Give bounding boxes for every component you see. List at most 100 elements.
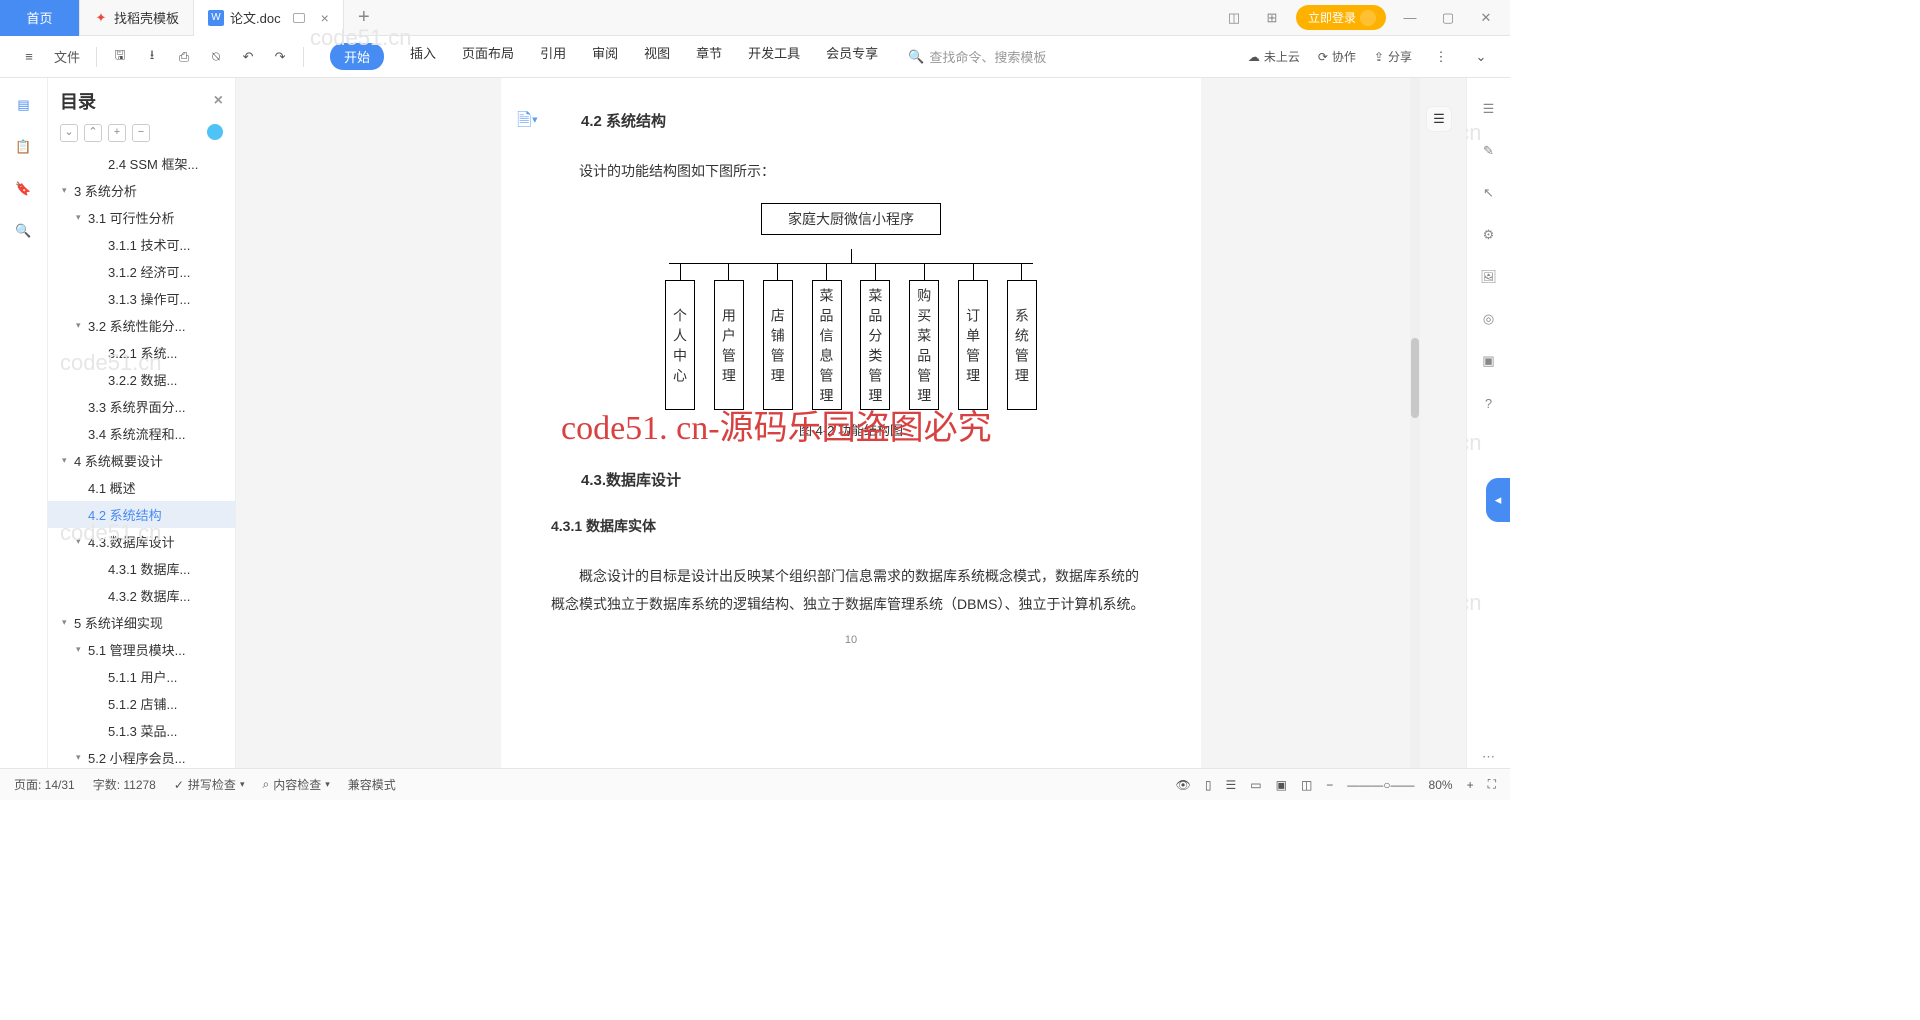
side-fab-button[interactable]: ◂: [1486, 478, 1510, 522]
apps-grid-icon[interactable]: ⊞: [1258, 4, 1286, 32]
ribbon-review[interactable]: 审阅: [592, 43, 618, 70]
outline-rail-icon[interactable]: ▤: [13, 94, 35, 116]
content-check-icon: ⌕: [262, 777, 269, 792]
view-web-icon[interactable]: ▭: [1250, 778, 1261, 792]
outline-node[interactable]: ▾5.2 小程序会员...: [48, 744, 235, 768]
outline-node[interactable]: 5.1.3 菜品...: [48, 717, 235, 744]
file-menu[interactable]: 文件: [50, 47, 84, 66]
right-rail: ☰ ✎ ↖ ⚙ 🖼 ◎ ▣ ? ⋯: [1466, 78, 1510, 768]
save-icon[interactable]: 🖫: [109, 46, 131, 68]
share-button[interactable]: ⇪分享: [1374, 48, 1412, 65]
collapse-ribbon-icon[interactable]: ⌄: [1470, 46, 1492, 68]
vertical-scrollbar[interactable]: [1410, 78, 1420, 768]
menu-lines-icon[interactable]: ☰: [1478, 98, 1500, 120]
outline-node[interactable]: 3.1.2 经济可...: [48, 258, 235, 285]
outline-node[interactable]: ▾3.1 可行性分析: [48, 204, 235, 231]
login-button[interactable]: 立即登录: [1296, 5, 1386, 30]
ribbon-dev[interactable]: 开发工具: [748, 43, 800, 70]
redo-icon[interactable]: ↷: [269, 46, 291, 68]
more-tools-icon[interactable]: ⋯: [1478, 746, 1500, 768]
collapse-all-icon[interactable]: ⌄: [60, 124, 78, 142]
outline-node[interactable]: ▾5.1 管理员模块...: [48, 636, 235, 663]
outline-node[interactable]: ▾5 系统详细实现: [48, 609, 235, 636]
outline-node[interactable]: ▾4.3.数据库设计: [48, 528, 235, 555]
zoom-value[interactable]: 80%: [1429, 778, 1453, 792]
clipboard-rail-icon[interactable]: 📋: [13, 136, 35, 158]
outline-node[interactable]: ▾4 系统概要设计: [48, 447, 235, 474]
outline-node[interactable]: 3.2.1 系统...: [48, 339, 235, 366]
content-check-button[interactable]: ⌕内容检查▾: [262, 776, 329, 793]
target-icon[interactable]: ◎: [1478, 308, 1500, 330]
remove-node-icon[interactable]: −: [132, 124, 150, 142]
preview-icon[interactable]: ⍉: [205, 46, 227, 68]
minimize-icon[interactable]: —: [1396, 4, 1424, 32]
eye-icon[interactable]: 👁: [1176, 778, 1191, 792]
ribbon-chapter[interactable]: 章节: [696, 43, 722, 70]
more-icon[interactable]: ⋮: [1430, 46, 1452, 68]
zoom-out-icon[interactable]: −: [1326, 778, 1333, 792]
menu-icon[interactable]: ≡: [18, 46, 40, 68]
fullscreen-icon[interactable]: ⛶: [1488, 777, 1496, 792]
search-rail-icon[interactable]: 🔍: [13, 220, 35, 242]
page-indicator[interactable]: 页面: 14/31: [14, 776, 75, 793]
new-tab-button[interactable]: +: [344, 6, 384, 29]
outline-node[interactable]: 4.3.1 数据库...: [48, 555, 235, 582]
outline-node[interactable]: 3.3 系统界面分...: [48, 393, 235, 420]
outline-node[interactable]: 5.1.2 店铺...: [48, 690, 235, 717]
zoom-in-icon[interactable]: +: [1467, 778, 1474, 792]
command-search[interactable]: 🔍 查找命令、搜索模板: [908, 47, 1046, 66]
pen-icon[interactable]: ✎: [1478, 140, 1500, 162]
ribbon-vip[interactable]: 会员专享: [826, 43, 878, 70]
outline-node[interactable]: 5.1.1 用户...: [48, 663, 235, 690]
add-node-icon[interactable]: +: [108, 124, 126, 142]
ribbon-references[interactable]: 引用: [540, 43, 566, 70]
window-detach-icon[interactable]: [293, 13, 305, 23]
view-read-icon[interactable]: ▣: [1276, 778, 1287, 792]
undo-icon[interactable]: ↶: [237, 46, 259, 68]
ribbon-insert[interactable]: 插入: [410, 43, 436, 70]
outline-node[interactable]: 4.3.2 数据库...: [48, 582, 235, 609]
spellcheck-button[interactable]: ✓拼写检查▾: [174, 776, 245, 793]
outline-node[interactable]: 3.1.1 技术可...: [48, 231, 235, 258]
help-icon[interactable]: ?: [1478, 392, 1500, 414]
tab-home[interactable]: 首页: [0, 0, 80, 36]
scroll-thumb[interactable]: [1411, 338, 1419, 418]
image-icon[interactable]: 🖼: [1478, 266, 1500, 288]
close-icon[interactable]: ×: [321, 10, 329, 26]
ribbon-view[interactable]: 视图: [644, 43, 670, 70]
close-panel-icon[interactable]: ×: [214, 92, 223, 110]
ruler-icon[interactable]: ◫: [1301, 778, 1312, 792]
outline-node[interactable]: 3.2.2 数据...: [48, 366, 235, 393]
collab-button[interactable]: ⟳协作: [1318, 48, 1356, 65]
tab-templates[interactable]: ✦ 找稻壳模板: [80, 0, 194, 36]
cursor-icon[interactable]: ↖: [1478, 182, 1500, 204]
outline-node[interactable]: 4.1 概述: [48, 474, 235, 501]
compat-mode[interactable]: 兼容模式: [348, 776, 396, 793]
layout-icon[interactable]: ▣: [1478, 350, 1500, 372]
bookmark-toggle-icon[interactable]: ☰: [1426, 106, 1452, 132]
outline-node[interactable]: ▾3 系统分析: [48, 177, 235, 204]
layout-split-icon[interactable]: ◫: [1220, 4, 1248, 32]
view-outline-icon[interactable]: ☰: [1225, 778, 1236, 792]
expand-all-icon[interactable]: ⌃: [84, 124, 102, 142]
ribbon-start[interactable]: 开始: [330, 43, 384, 70]
bookmark-rail-icon[interactable]: 🔖: [13, 178, 35, 200]
zoom-slider[interactable]: ———○——: [1347, 778, 1414, 792]
outline-badge-icon[interactable]: [207, 124, 223, 140]
close-window-icon[interactable]: ✕: [1472, 4, 1500, 32]
maximize-icon[interactable]: ▢: [1434, 4, 1462, 32]
outline-node[interactable]: 2.4 SSM 框架...: [48, 150, 235, 177]
export-icon[interactable]: ⭳: [141, 46, 163, 68]
view-page-icon[interactable]: ▯: [1205, 778, 1212, 792]
spell-label: 拼写检查: [188, 776, 236, 793]
ribbon-layout[interactable]: 页面布局: [462, 43, 514, 70]
word-count[interactable]: 字数: 11278: [93, 776, 156, 793]
outline-node[interactable]: 3.4 系统流程和...: [48, 420, 235, 447]
outline-node[interactable]: ▾3.2 系统性能分...: [48, 312, 235, 339]
settings-icon[interactable]: ⚙: [1478, 224, 1500, 246]
cloud-status[interactable]: ☁未上云: [1248, 48, 1300, 65]
outline-node[interactable]: 3.1.3 操作可...: [48, 285, 235, 312]
print-icon[interactable]: ⎙: [173, 46, 195, 68]
tab-document[interactable]: W 论文.doc ×: [194, 0, 344, 36]
outline-node[interactable]: 4.2 系统结构: [48, 501, 235, 528]
